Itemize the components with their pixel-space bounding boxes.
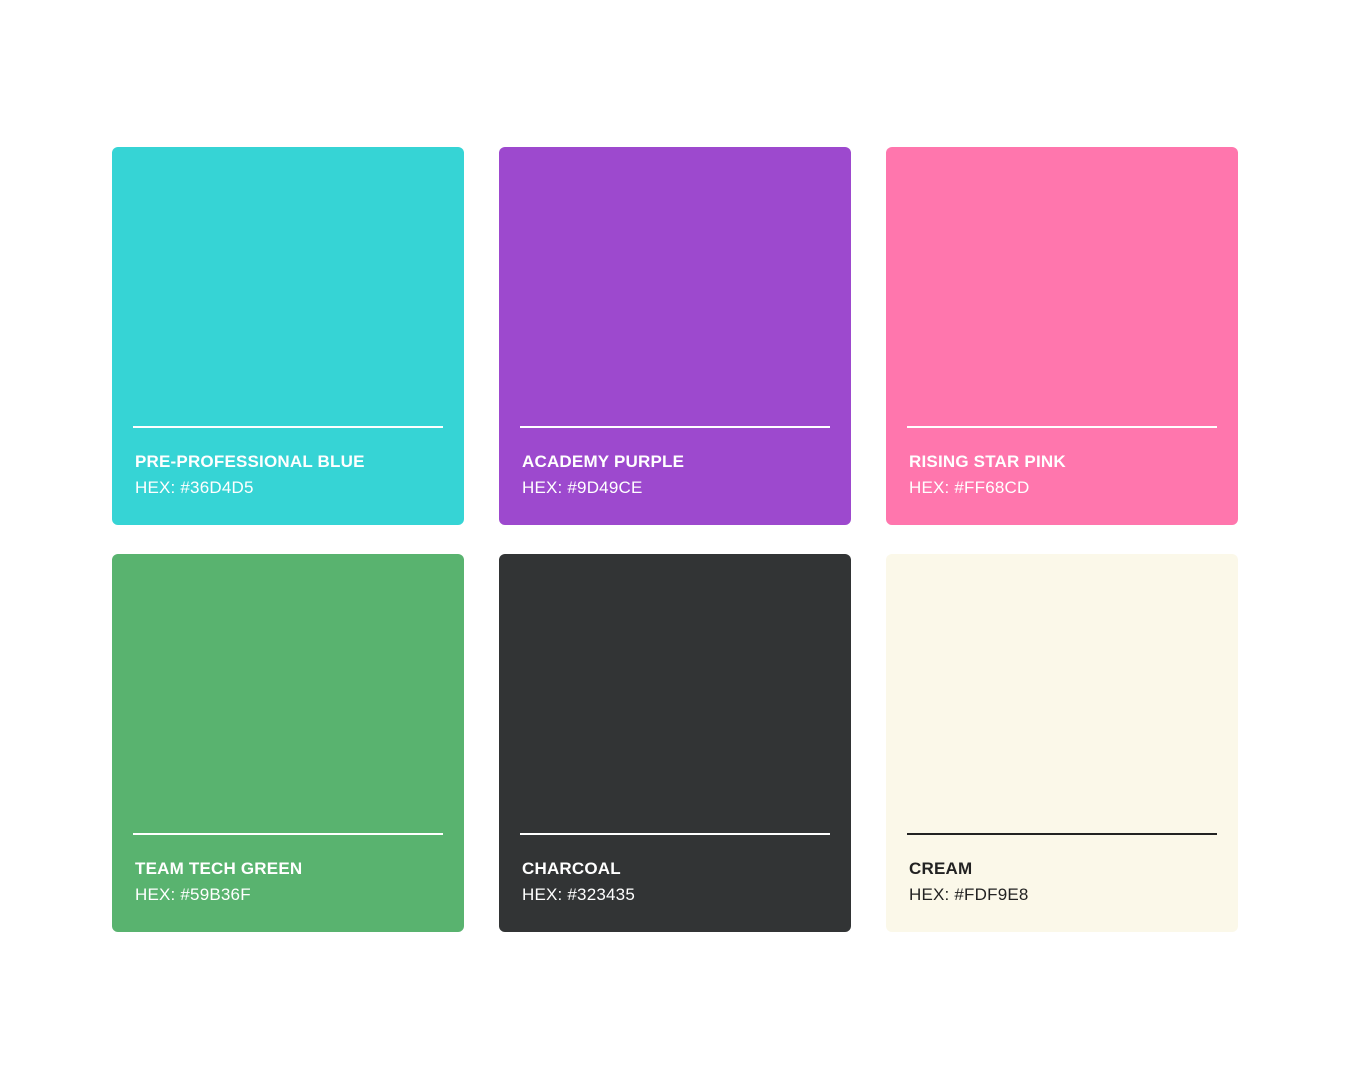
swatch-hex-value: HEX: #9D49CE <box>522 478 643 497</box>
swatch-divider <box>133 426 443 428</box>
swatch-divider <box>907 426 1217 428</box>
swatch-pre-professional-blue: PRE-PROFESSIONAL BLUE HEX: #36D4D5 <box>112 147 464 525</box>
swatch-name: CREAM <box>909 859 973 878</box>
swatch-divider <box>907 833 1217 835</box>
swatch-cream: CREAM HEX: #FDF9E8 <box>886 554 1238 932</box>
swatch-charcoal: CHARCOAL HEX: #323435 <box>499 554 851 932</box>
swatch-divider <box>520 426 830 428</box>
swatch-hex-value: HEX: #FDF9E8 <box>909 885 1029 904</box>
swatch-hex-value: HEX: #323435 <box>522 885 635 904</box>
swatch-name: RISING STAR PINK <box>909 452 1066 471</box>
swatch-name: CHARCOAL <box>522 859 621 878</box>
swatch-hex-value: HEX: #36D4D5 <box>135 478 254 497</box>
swatch-academy-purple: ACADEMY PURPLE HEX: #9D49CE <box>499 147 851 525</box>
swatch-divider <box>133 833 443 835</box>
color-palette-grid: PRE-PROFESSIONAL BLUE HEX: #36D4D5 ACADE… <box>112 147 1238 932</box>
swatch-rising-star-pink: RISING STAR PINK HEX: #FF68CD <box>886 147 1238 525</box>
swatch-name: TEAM TECH GREEN <box>135 859 303 878</box>
swatch-hex-value: HEX: #59B36F <box>135 885 251 904</box>
swatch-hex-value: HEX: #FF68CD <box>909 478 1030 497</box>
swatch-team-tech-green: TEAM TECH GREEN HEX: #59B36F <box>112 554 464 932</box>
swatch-divider <box>520 833 830 835</box>
swatch-name: PRE-PROFESSIONAL BLUE <box>135 452 365 471</box>
swatch-name: ACADEMY PURPLE <box>522 452 685 471</box>
